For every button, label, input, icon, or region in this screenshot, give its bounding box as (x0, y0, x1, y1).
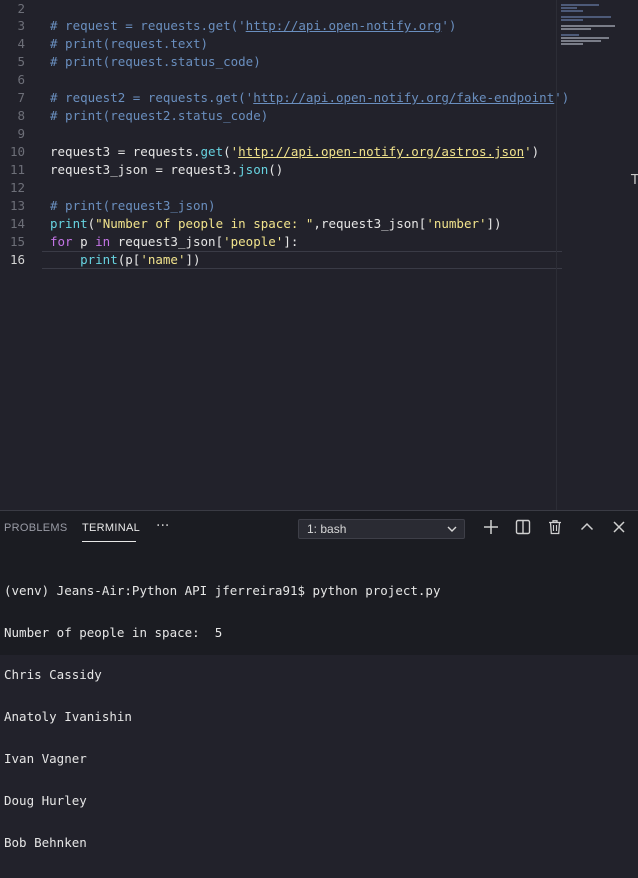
code-line-7: # request2 = requests.get('http://api.op… (50, 89, 569, 107)
line-number: 14 (9, 216, 25, 231)
line-number-current: 16 (9, 252, 25, 267)
string-token: "Number of people in space: " (95, 216, 314, 231)
code-line-8: # print(request2.status_code) (50, 108, 269, 123)
comment-prefix: # request2 = requests.get(' (50, 90, 254, 105)
code-line-3: # request = requests.get('http://api.ope… (50, 17, 456, 35)
trash-icon[interactable] (546, 518, 564, 536)
code-token: request3 = requests. (50, 144, 201, 159)
terminal-line: Anatoly Ivanishin (4, 709, 132, 724)
keyword-token: for (50, 234, 73, 249)
code-line-11: request3_json = request3.json() (50, 161, 283, 179)
code-token: ( (223, 144, 231, 159)
string-token: 'number' (426, 216, 487, 231)
line-number: 12 (9, 180, 25, 195)
terminal-select-value: 1: bash (307, 522, 347, 536)
line-number: 4 (17, 36, 25, 51)
bottom-panel: PROBLEMS TERMINAL ··· 1: bash (venv) Jea… (0, 510, 638, 850)
line-number: 10 (9, 144, 25, 159)
comment-url: http://api.open-notify.org/fake-endpoint (253, 90, 555, 105)
line-number: 13 (9, 198, 25, 213)
code-token: p (72, 234, 96, 249)
code-line-16: print(p['name']) (50, 251, 201, 269)
code-line-5: # print(request.status_code) (50, 54, 261, 69)
string-url: http://api.open-notify.org/astros.json (238, 144, 525, 159)
panel-tabs: PROBLEMS TERMINAL ··· 1: bash (0, 511, 638, 547)
function-token: json (238, 162, 269, 177)
minimap[interactable] (556, 0, 638, 510)
code-editor[interactable]: 2 3 4 5 6 7 8 9 10 11 12 13 14 15 16 # r… (0, 0, 638, 510)
code-line-13: # print(request3_json) (50, 198, 216, 213)
line-number: 2 (17, 1, 25, 16)
add-icon[interactable] (482, 518, 500, 536)
code-line-4: # print(request.text) (50, 36, 209, 51)
terminal-line: Doug Hurley (4, 793, 87, 808)
line-number: 8 (17, 108, 25, 123)
chevron-up-icon[interactable] (578, 518, 596, 536)
line-number: 3 (17, 18, 25, 33)
line-number: 7 (17, 90, 25, 105)
terminal-line: Bob Behnken (4, 835, 87, 850)
more-actions-icon[interactable]: ··· (156, 518, 169, 534)
code-token: request3_json[ (110, 234, 224, 249)
comment-prefix: # request = requests.get(' (50, 18, 246, 33)
code-line-14: print("Number of people in space: ",requ… (50, 215, 502, 233)
tab-terminal[interactable]: TERMINAL (82, 522, 140, 534)
code-token: ]: (283, 234, 299, 249)
chevron-down-icon (446, 521, 458, 540)
code-line-15: for p in request3_json['people']: (50, 233, 298, 251)
string-token: 'people' (223, 234, 284, 249)
terminal-output[interactable]: (venv) Jeans-Air:Python API jferreira91$… (4, 556, 441, 878)
code-token: () (268, 162, 284, 177)
code-token: (p[ (117, 252, 141, 267)
terminal-select[interactable]: 1: bash (298, 519, 465, 539)
function-token: print (50, 216, 88, 231)
function-token: get (200, 144, 224, 159)
line-number: 5 (17, 54, 25, 69)
scrollbar-marker: T (631, 173, 638, 188)
code-token: request3_json = request3. (50, 162, 239, 177)
code-token: ]) (486, 216, 502, 231)
code-token: ,request3_json[ (313, 216, 427, 231)
function-token: print (80, 252, 118, 267)
tab-problems[interactable]: PROBLEMS (4, 522, 68, 534)
terminal-line: Ivan Vagner (4, 751, 87, 766)
line-number: 11 (9, 162, 25, 177)
line-number: 9 (17, 126, 25, 141)
active-tab-indicator (82, 541, 136, 542)
keyword-token: in (95, 234, 111, 249)
comment-suffix: ') (441, 18, 457, 33)
line-number: 15 (9, 234, 25, 249)
comment-url: http://api.open-notify.org (245, 18, 442, 33)
terminal-line: (venv) Jeans-Air:Python API jferreira91$… (4, 583, 441, 598)
terminal-line: Chris Cassidy (4, 667, 102, 682)
code-token: ]) (185, 252, 201, 267)
string-token: 'name' (140, 252, 186, 267)
line-number: 6 (17, 72, 25, 87)
string-quote: ' (524, 144, 532, 159)
terminal-line: Number of people in space: 5 (4, 625, 223, 640)
code-line-10: request3 = requests.get( 'http://api.open… (50, 143, 539, 161)
code-token: ) (531, 144, 540, 159)
close-icon[interactable] (610, 518, 628, 536)
split-icon[interactable] (514, 518, 532, 536)
